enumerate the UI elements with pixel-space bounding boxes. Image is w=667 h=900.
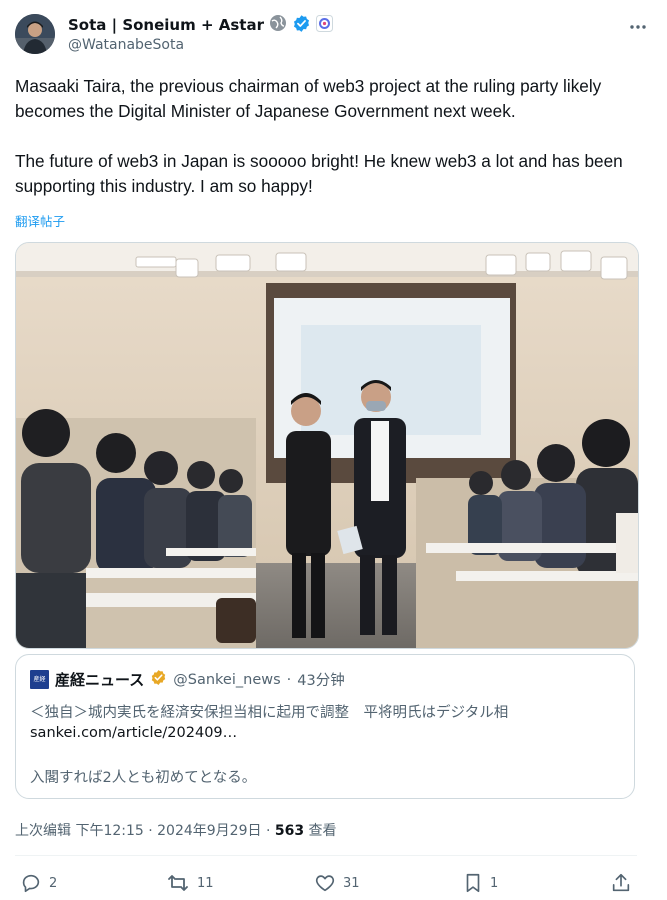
like-button[interactable]: 31 [314,872,360,894]
affiliate-badge-icon[interactable] [315,14,333,36]
views-label: 查看 [308,823,337,839]
quoted-timestamp[interactable]: 43分钟 [297,669,344,690]
quoted-body: 入閣すれば2人とも初めてとなる。 [30,770,257,786]
like-count: 31 [343,875,360,891]
repost-button[interactable]: 11 [166,872,214,894]
verified-badge-icon [292,14,311,37]
tweet-photo[interactable] [15,242,639,649]
repost-icon [166,872,190,894]
tweet-text: Masaaki Taira, the previous chairman of … [15,76,623,196]
translate-post-link[interactable]: 翻译帖子 [15,211,65,230]
quoted-author-name[interactable]: 産経ニュース [55,669,144,690]
share-icon [610,872,632,894]
tweet-meta-line: 上次编辑 下午12:15 · 2024年9月29日 · 563 查看 [15,820,337,840]
more-icon[interactable] [629,14,647,35]
quoted-tweet-header: 産経 産経ニュース @Sankei_news · 43分钟 [30,669,345,690]
share-button[interactable] [610,872,632,894]
verified-gold-badge-icon [150,669,167,690]
quoted-tweet-card[interactable]: 産経 産経ニュース @Sankei_news · 43分钟 ＜独自＞城内実氏を経… [15,654,635,799]
quoted-link[interactable]: sankei.com/article/202409… [30,725,237,741]
sankei-logo: 産経 [30,670,49,689]
reply-button[interactable]: 2 [20,872,57,894]
globe-icon [269,14,287,36]
bookmark-icon [463,872,483,894]
views-count: 563 [274,823,305,839]
reply-icon [20,872,42,894]
author-name-row[interactable]: Sota | Soneium + Astar [68,14,333,36]
quoted-headline: ＜独自＞城内実氏を経済安保担当相に起用で調整 平将明氏はデジタル相 [30,705,509,721]
quoted-author-handle[interactable]: @Sankei_news [173,672,280,688]
author-avatar[interactable] [15,14,55,54]
quoted-separator: · [286,671,292,688]
author-handle[interactable]: @WatanabeSota [68,37,184,53]
avatar-image [15,14,55,54]
heart-icon [314,872,336,894]
author-display-name[interactable]: Sota | Soneium + Astar [68,16,264,34]
reply-count: 2 [49,875,58,891]
photo-image [16,243,638,648]
bookmark-button[interactable]: 1 [463,872,498,894]
repost-count: 11 [197,875,214,891]
bookmark-count: 1 [490,875,499,891]
edited-timestamp[interactable]: 上次编辑 下午12:15 · 2024年9月29日 · [15,823,270,839]
actions-divider [15,855,637,856]
